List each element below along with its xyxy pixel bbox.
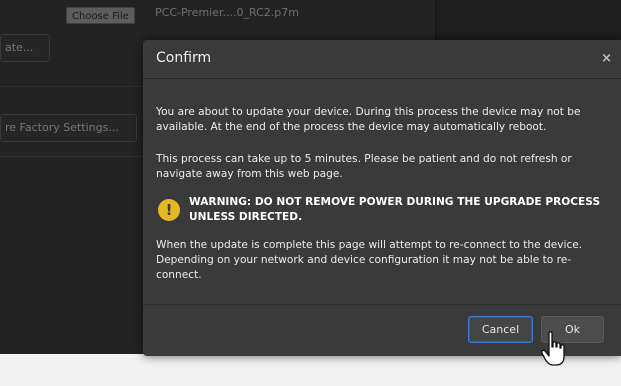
power-warning: ! WARNING: DO NOT REMOVE POWER DURING TH… <box>156 195 611 231</box>
selected-file-name: PCC-Premier....0_RC2.p7m <box>155 6 299 19</box>
choose-file-button[interactable]: Choose File <box>66 7 135 24</box>
update-button[interactable]: ate... <box>0 34 50 62</box>
dialog-header: Confirm × <box>143 40 621 79</box>
cancel-button[interactable]: Cancel <box>468 316 533 343</box>
page-footer-area <box>0 354 621 386</box>
update-warning-message: You are about to update your device. Dur… <box>156 106 581 133</box>
restore-factory-settings-button[interactable]: re Factory Settings... <box>0 114 137 142</box>
dialog-title: Confirm <box>156 50 212 66</box>
duration-message: This process can take up to 5 minutes. P… <box>156 153 572 180</box>
warning-icon: ! <box>158 199 180 221</box>
power-warning-text: WARNING: DO NOT REMOVE POWER DURING THE … <box>189 196 601 223</box>
dialog-footer-divider <box>143 304 621 305</box>
confirm-dialog: Confirm × You are about to update your d… <box>143 40 621 356</box>
close-icon[interactable]: × <box>601 51 612 66</box>
reconnect-message: When the update is complete this page wi… <box>156 239 583 281</box>
hand-pointer-icon <box>541 331 565 366</box>
